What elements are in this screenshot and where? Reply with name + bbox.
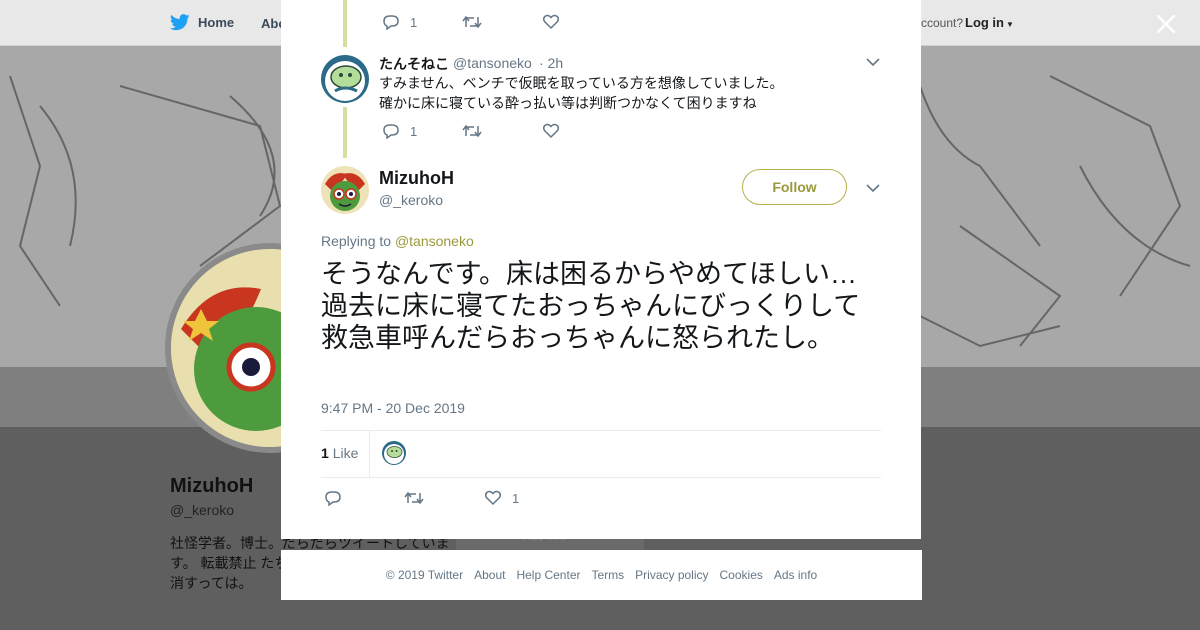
reply-action[interactable]: 1: [382, 14, 462, 30]
home-link[interactable]: Home: [170, 14, 234, 31]
retweet-action[interactable]: [462, 124, 542, 138]
reply-author-handle[interactable]: @tansoneko: [453, 55, 532, 71]
reply-count: 1: [410, 14, 418, 30]
like-action[interactable]: 1: [484, 490, 519, 506]
stats-separator: [369, 431, 370, 477]
like-count: 1: [512, 490, 520, 506]
main-tweet-author-handle[interactable]: @_keroko: [379, 192, 443, 208]
caret-down-icon: ▼: [1006, 20, 1014, 29]
liker-avatar[interactable]: [382, 441, 406, 465]
thread-line-bottom: [343, 107, 347, 158]
reply-count: 1: [410, 123, 418, 139]
reply-action[interactable]: 1: [382, 123, 462, 139]
likes-number: 1: [321, 445, 329, 461]
stats-divider-bottom: [321, 477, 881, 478]
replying-to-line: Replying to @tansoneko: [321, 233, 474, 249]
close-icon[interactable]: [1153, 11, 1179, 37]
previous-tweet-actions: 1: [382, 14, 560, 30]
retweet-icon: [462, 124, 482, 138]
follow-button[interactable]: Follow: [742, 169, 847, 205]
twitter-bird-icon: [170, 14, 190, 31]
reply-author-name[interactable]: たんそねこ: [379, 54, 449, 74]
main-tweet-actions: 1: [324, 490, 519, 506]
reply-timestamp[interactable]: · 2h: [539, 55, 563, 71]
reply-action[interactable]: [324, 490, 404, 506]
like-icon: [542, 123, 560, 139]
likes-stat[interactable]: 1 Like: [321, 445, 358, 461]
stats-divider-top: [321, 430, 881, 431]
main-tweet-text: そうなんです。床は困るからやめてほしい…過去に床に寝てたおっちゃんにびっくりして…: [321, 259, 861, 353]
main-tweet-timestamp: 9:47 PM - 20 Dec 2019: [321, 400, 465, 416]
reply-avatar[interactable]: [321, 55, 369, 103]
chevron-down-icon[interactable]: [866, 183, 880, 193]
like-icon: [484, 490, 502, 506]
replying-to-prefix: Replying to: [321, 233, 395, 249]
profile-name: MizuhoH: [170, 475, 254, 497]
chevron-down-icon[interactable]: [866, 57, 880, 67]
likes-label: Like: [332, 445, 359, 461]
footer-about-link[interactable]: About: [474, 568, 505, 582]
main-tweet-author-name[interactable]: MizuhoH: [379, 168, 454, 189]
login-label: Log in: [965, 15, 1004, 30]
retweet-icon: [404, 491, 424, 505]
have-account-text: ccount?: [921, 16, 964, 30]
reply-text-line-2: 確かに床に寝ている酔っ払い等は判断つかなくて困りますね: [379, 95, 757, 111]
retweet-icon: [462, 15, 482, 29]
tweet-permalink-modal: 1 たんそねこ @tansoneko · 2h すみません、ベンチで仮眠を取って…: [281, 0, 921, 539]
modal-footer: © 2019 Twitter About Help Center Terms P…: [281, 550, 922, 600]
profile-handle: @_keroko: [170, 502, 235, 518]
reply-icon: [325, 491, 341, 506]
footer-cookies-link[interactable]: Cookies: [720, 568, 763, 582]
reply-icon: [383, 15, 399, 30]
footer-privacy-link[interactable]: Privacy policy: [635, 568, 708, 582]
like-icon: [542, 14, 560, 30]
main-tweet-avatar[interactable]: [321, 166, 369, 214]
home-label: Home: [198, 15, 235, 30]
reply-icon: [383, 124, 399, 139]
footer-copyright: © 2019 Twitter: [385, 568, 464, 582]
like-action[interactable]: [542, 123, 560, 139]
retweet-action[interactable]: [404, 491, 484, 505]
like-action[interactable]: [542, 14, 560, 30]
footer-help-link[interactable]: Help Center: [516, 568, 580, 582]
reply-tweet-actions: 1: [382, 123, 560, 139]
footer-ads-link[interactable]: Ads info: [774, 568, 817, 582]
reply-text-line-1: すみません、ベンチで仮眠を取っている方を想像していました。: [379, 75, 784, 91]
reply-text: すみません、ベンチで仮眠を取っている方を想像していました。 確かに床に寝ている酔…: [379, 73, 849, 113]
thread-line-top: [343, 0, 347, 47]
replying-to-link[interactable]: @tansoneko: [395, 233, 474, 249]
footer-terms-link[interactable]: Terms: [591, 568, 624, 582]
login-link[interactable]: Log in ▼: [965, 15, 1014, 30]
retweet-action[interactable]: [462, 15, 542, 29]
